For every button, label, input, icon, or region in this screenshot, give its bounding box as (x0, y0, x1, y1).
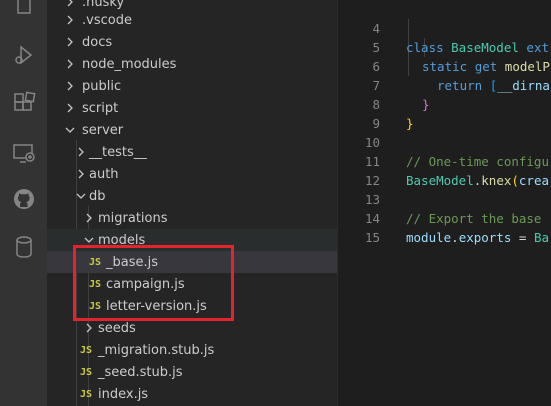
code-line: 7 } (338, 57, 551, 112)
database-icon[interactable] (11, 234, 36, 259)
tree-item-index-js[interactable]: JS index.js (47, 383, 337, 405)
tree-item-label: __tests__ (89, 144, 147, 160)
tree-item-campaign-js[interactable]: JS campaign.js (47, 273, 337, 295)
tree-item-letter-version-js[interactable]: JS letter-version.js (47, 295, 337, 317)
code-line: 5 static get modelP (338, 19, 551, 74)
tree-item-label: db (89, 188, 106, 204)
tree-item-label: index.js (98, 386, 149, 402)
files-icon[interactable] (11, 0, 36, 17)
tree-item-label: public (82, 78, 122, 94)
tree-item-models[interactable]: models (47, 229, 337, 251)
code-token: exports (458, 230, 512, 245)
chevron-right-icon (83, 212, 95, 224)
chevron-right-icon (64, 36, 76, 48)
tree-item-label: .vscode (82, 12, 132, 28)
js-file-icon: JS (80, 366, 93, 378)
tree-item-docs[interactable]: docs (47, 31, 337, 53)
tree-item-label: models (98, 232, 146, 248)
activity-bar (0, 0, 47, 406)
extensions-icon[interactable] (11, 90, 36, 115)
code-token: Ba (533, 230, 550, 245)
tree-item-migrations[interactable]: migrations (47, 207, 337, 229)
tree-item-tests[interactable]: __tests__ (47, 141, 337, 163)
tree-item-public[interactable]: public (47, 75, 337, 97)
chevron-down-icon (83, 234, 95, 246)
tree-item-migration-stub-js[interactable]: JS _migration.stub.js (47, 339, 337, 361)
code-editor[interactable]: 4 class BaseModel ext 5 static get model… (338, 0, 551, 406)
js-file-icon: JS (89, 300, 102, 312)
run-debug-icon[interactable] (11, 42, 36, 67)
code-token: . (451, 230, 459, 245)
js-file-icon: JS (80, 344, 93, 356)
tree-item-auth[interactable]: auth (47, 163, 337, 185)
chevron-right-icon (75, 146, 87, 158)
code-token: module (406, 230, 452, 245)
tree-item-label: campaign.js (106, 276, 185, 292)
tree-item-label: _base.js (106, 254, 159, 270)
code-line: 11 BaseModel.knex(crea (338, 133, 551, 188)
tree-item-label: script (82, 100, 119, 116)
tree-item-label: server (82, 122, 124, 138)
js-file-icon: JS (89, 256, 102, 268)
code-line: 4 class BaseModel ext (338, 0, 551, 55)
tree-item-label: seeds (98, 320, 136, 336)
tree-item-label: _seed.stub.js (98, 364, 183, 380)
chevron-right-icon (75, 168, 87, 180)
chevron-down-icon (75, 190, 87, 202)
tree-item-script[interactable]: script (47, 97, 337, 119)
code-token: = (511, 230, 534, 245)
line-number: 15 (364, 230, 380, 245)
code-line: 14 module.exports = Ba (338, 190, 551, 245)
code-line: 15 (338, 209, 551, 245)
tree-item-label: migrations (98, 210, 168, 226)
tree-item-label: auth (89, 166, 119, 182)
chevron-right-icon (64, 58, 76, 70)
remote-explorer-icon[interactable] (11, 140, 36, 165)
chevron-right-icon (83, 322, 95, 334)
tree-item-seed-stub-js[interactable]: JS _seed.stub.js (47, 361, 337, 383)
code-line: 9 (338, 95, 551, 131)
code-line: 12 (338, 152, 551, 188)
tree-item-base-js[interactable]: JS _base.js (47, 251, 337, 273)
js-file-icon: JS (80, 388, 93, 400)
code-line: 13 // Export the base (338, 171, 551, 226)
code-line: 8 } (338, 76, 551, 131)
tree-item-server[interactable]: server (47, 119, 337, 141)
tree-item-db[interactable]: db (47, 185, 337, 207)
explorer-panel: .husky .vscode docs node_modules public … (47, 0, 337, 406)
tree-item-node-modules[interactable]: node_modules (47, 53, 337, 75)
tree-item-label: letter-version.js (106, 298, 207, 314)
chevron-right-icon (64, 0, 76, 8)
github-icon[interactable] (11, 186, 36, 211)
chevron-down-icon (64, 124, 76, 136)
tree-item-label: docs (82, 34, 113, 50)
code-line: 6 return [__dirna (338, 38, 551, 93)
chevron-right-icon (64, 102, 76, 114)
code-line: 10 // One-time configu (338, 114, 551, 169)
tree-item-label: _migration.stub.js (98, 342, 215, 358)
chevron-right-icon (64, 80, 76, 92)
tree-item-vscode[interactable]: .vscode (47, 9, 337, 31)
tree-item-seeds[interactable]: seeds (47, 317, 337, 339)
js-file-icon: JS (89, 278, 102, 290)
tree-item-label: node_modules (82, 56, 177, 72)
chevron-right-icon (64, 14, 76, 26)
